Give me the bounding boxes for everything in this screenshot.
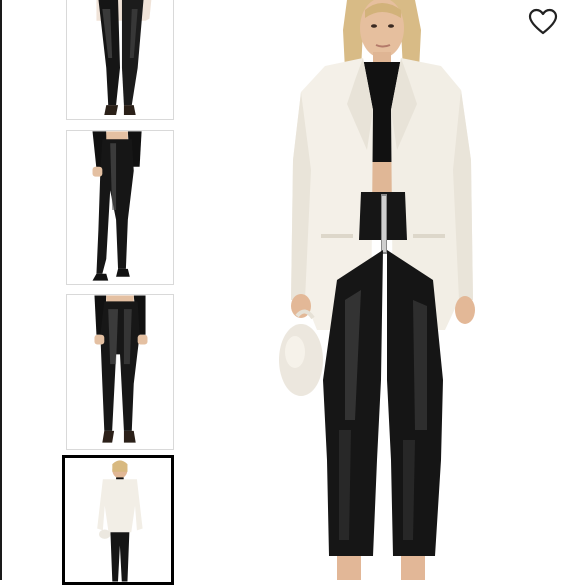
heart-icon: [528, 8, 558, 35]
blazer-outfit-thumbnail-image: [65, 458, 171, 582]
gallery-thumbnail-4-selected[interactable]: [62, 455, 174, 585]
pants-front-thumbnail-image: [67, 0, 173, 119]
pants-side-thumbnail-image: [67, 131, 173, 284]
gallery-divider: [0, 0, 2, 580]
gallery-thumbnail-3[interactable]: [66, 294, 174, 450]
model-outfit-photo: [205, 0, 580, 580]
pants-back-thumbnail-image: [67, 295, 173, 449]
gallery-thumbnail-1[interactable]: [66, 0, 174, 120]
wishlist-heart-button[interactable]: [528, 8, 558, 36]
main-product-image: [205, 0, 580, 580]
gallery-thumbnail-2[interactable]: [66, 130, 174, 285]
